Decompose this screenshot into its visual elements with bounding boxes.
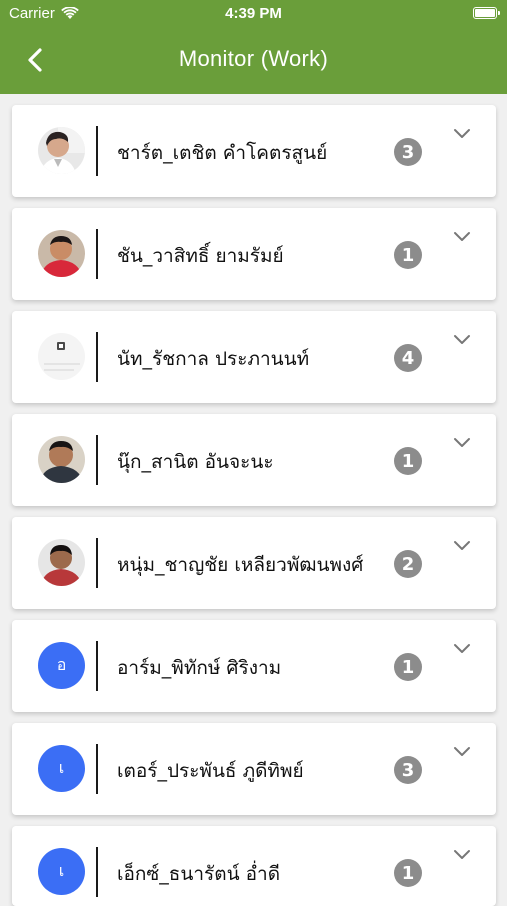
count-badge: 1 [394,241,422,269]
employee-name: นุ๊ก_สานิต อันจะนะ [117,451,274,473]
avatar-photo [38,333,85,380]
employee-name: เตอร์_ประพันธ์ ภูดีทิพย์ [117,760,304,782]
employee-name: หนุ่ม_ชาญชัย เหลียวพัฒนพงศ์ [117,554,364,576]
employee-card[interactable]: เ เอ็กซ์_ธนารัตน์ อ่ำดี 1 [12,826,496,906]
count-badge: 3 [394,756,422,784]
battery-icon [473,7,500,19]
divider [96,126,98,176]
chevron-down-icon[interactable] [452,436,472,450]
avatar-photo [38,539,85,586]
employee-name: ชัน_วาสิทธิ์ ยามรัมย์ [117,245,284,267]
divider [96,538,98,588]
chevron-down-icon[interactable] [452,127,472,141]
avatar: เ [38,745,85,792]
employee-name: เอ็กซ์_ธนารัตน์ อ่ำดี [117,863,281,885]
avatar [38,436,85,483]
avatar [38,127,85,174]
employee-name: นัท_รัชกาล ประภานนท์ [117,348,310,370]
employee-name: ชาร์ต_เตชิต คำโคตรสูนย์ [117,142,328,164]
employee-card[interactable]: หนุ่ม_ชาญชัย เหลียวพัฒนพงศ์ 2 [12,517,496,609]
avatar [38,333,85,380]
chevron-down-icon[interactable] [452,333,472,347]
count-badge: 2 [394,550,422,578]
employee-card[interactable]: เ เตอร์_ประพันธ์ ภูดีทิพย์ 3 [12,723,496,815]
divider [96,847,98,897]
employee-card[interactable]: อ อาร์ม_พิทักษ์ ศิริงาม 1 [12,620,496,712]
status-bar: Carrier 4:39 PM [0,0,507,28]
avatar [38,230,85,277]
avatar-photo [38,436,85,483]
employee-card[interactable]: ชัน_วาสิทธิ์ ยามรัมย์ 1 [12,208,496,300]
page-title: Monitor (Work) [178,46,329,71]
count-badge: 1 [394,447,422,475]
avatar-initial: อ [56,655,67,674]
divider [96,229,98,279]
avatar-initial: เ [58,861,65,880]
chevron-down-icon[interactable] [452,539,472,553]
chevron-down-icon[interactable] [452,848,472,862]
navigation-bar: Monitor (Work) [0,28,507,94]
avatar [38,539,85,586]
chevron-down-icon[interactable] [452,230,472,244]
chevron-down-icon[interactable] [452,642,472,656]
avatar: เ [38,848,85,895]
count-badge: 3 [394,138,422,166]
employee-card[interactable]: นุ๊ก_สานิต อันจะนะ 1 [12,414,496,506]
count-badge: 1 [394,653,422,681]
count-badge: 4 [394,344,422,372]
count-badge: 1 [394,859,422,887]
divider [96,435,98,485]
avatar-photo [38,230,85,277]
employee-card[interactable]: ชาร์ต_เตชิต คำโคตรสูนย์ 3 [12,105,496,197]
chevron-down-icon[interactable] [452,745,472,759]
avatar: อ [38,642,85,689]
avatar-photo [38,127,85,174]
status-time: 4:39 PM [225,5,282,22]
employee-name: อาร์ม_พิทักษ์ ศิริงาม [117,657,282,679]
divider [96,641,98,691]
avatar-initial: เ [58,758,65,777]
employee-card[interactable]: นัท_รัชกาล ประภานนท์ 4 [12,311,496,403]
divider [96,744,98,794]
divider [96,332,98,382]
